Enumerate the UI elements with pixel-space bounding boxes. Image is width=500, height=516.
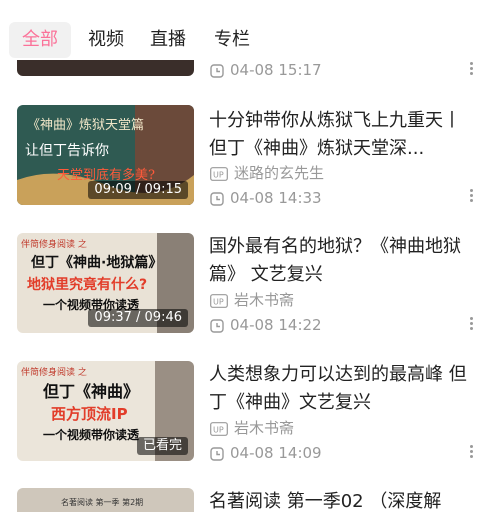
video-thumbnail[interactable]: 伴简修身阅读 之 但丁《神曲·地狱篇》 地狱里究竟有什么? 一个视频带你读透 0…	[17, 233, 194, 333]
thumb-line: 《神曲》炼狱天堂篇	[27, 118, 144, 133]
uploader[interactable]: UP 迷路的玄先生	[210, 163, 324, 183]
date-text: 04-08 14:09	[230, 444, 322, 462]
upload-date: 04-08 14:33	[210, 188, 322, 208]
duration-badge: 09:37 / 09:46	[88, 309, 188, 327]
thumb-line: 伴简修身阅读 之	[21, 366, 87, 378]
date-text: 04-08 14:22	[230, 316, 322, 334]
watched-badge: 已看完	[136, 437, 188, 455]
thumbnail-art: 名著阅读 第一季 第2期	[17, 488, 194, 512]
more-options-icon[interactable]	[468, 315, 474, 332]
tab-column[interactable]: 专栏	[214, 22, 250, 58]
uploader-name: 迷路的玄先生	[234, 164, 325, 182]
video-thumbnail[interactable]: 伴简修身阅读 之 但丁《神曲》 西方顶流IP 一个视频带你读透 已看完	[17, 361, 194, 461]
tab-video[interactable]: 视频	[88, 22, 124, 58]
thumb-line: 西方顶流IP	[51, 405, 128, 423]
more-options-icon[interactable]	[468, 187, 474, 204]
date-text: 04-08 15:17	[230, 61, 322, 79]
clock-icon	[210, 446, 224, 461]
video-thumbnail[interactable]: 名著阅读 第一季 第2期	[17, 488, 194, 512]
svg-text:UP: UP	[213, 425, 224, 434]
uploader-name: 岩木书斋	[234, 419, 295, 437]
tab-all[interactable]: 全部	[9, 22, 71, 58]
video-title[interactable]: 人类想象力可以达到的最高峰 但丁《神曲》文艺复兴	[209, 361, 471, 417]
thumb-line: 但丁《神曲·地狱篇》	[30, 254, 162, 271]
svg-text:UP: UP	[213, 170, 224, 179]
up-icon: UP	[210, 421, 228, 436]
date-text: 04-08 14:33	[230, 189, 322, 207]
thumb-line: 地狱里究竟有什么?	[27, 276, 147, 293]
thumb-line: 让但丁告诉你	[25, 143, 109, 159]
up-icon: UP	[210, 293, 228, 308]
video-title[interactable]: 国外最有名的地狱？《神曲地狱篇》 文艺复兴	[209, 233, 471, 289]
more-options-icon[interactable]	[468, 60, 474, 77]
up-icon: UP	[210, 166, 228, 181]
uploader-name: 岩木书斋	[234, 291, 295, 309]
duration-badge: 09:09 / 09:15	[88, 181, 188, 199]
more-options-icon[interactable]	[468, 443, 474, 460]
thumb-line: 名著阅读 第一季 第2期	[61, 497, 143, 507]
thumb-line: 伴简修身阅读 之	[21, 238, 87, 250]
clock-icon	[210, 63, 224, 78]
tab-live[interactable]: 直播	[150, 22, 186, 58]
upload-date: 04-08 14:22	[210, 315, 322, 335]
tab-bar-overlay: 全部 视频 直播 专栏	[0, 0, 500, 60]
thumb-line: 但丁《神曲》	[43, 382, 139, 401]
upload-date: 04-08 15:17	[210, 60, 322, 80]
video-title[interactable]: 十分钟带你从炼狱飞上九重天丨但丁《神曲》炼狱天堂深...	[209, 107, 471, 163]
clock-icon	[210, 191, 224, 206]
thumb-line: 一个视频带你读透	[43, 427, 140, 442]
uploader[interactable]: UP 岩木书斋	[210, 290, 294, 310]
svg-text:UP: UP	[213, 297, 224, 306]
clock-icon	[210, 318, 224, 333]
video-thumbnail[interactable]: 《神曲》炼狱天堂篇 让但丁告诉你 天堂到底有多美? 09:09 / 09:15	[17, 105, 194, 205]
upload-date: 04-08 14:09	[210, 443, 322, 463]
uploader[interactable]: UP 岩木书斋	[210, 418, 294, 438]
